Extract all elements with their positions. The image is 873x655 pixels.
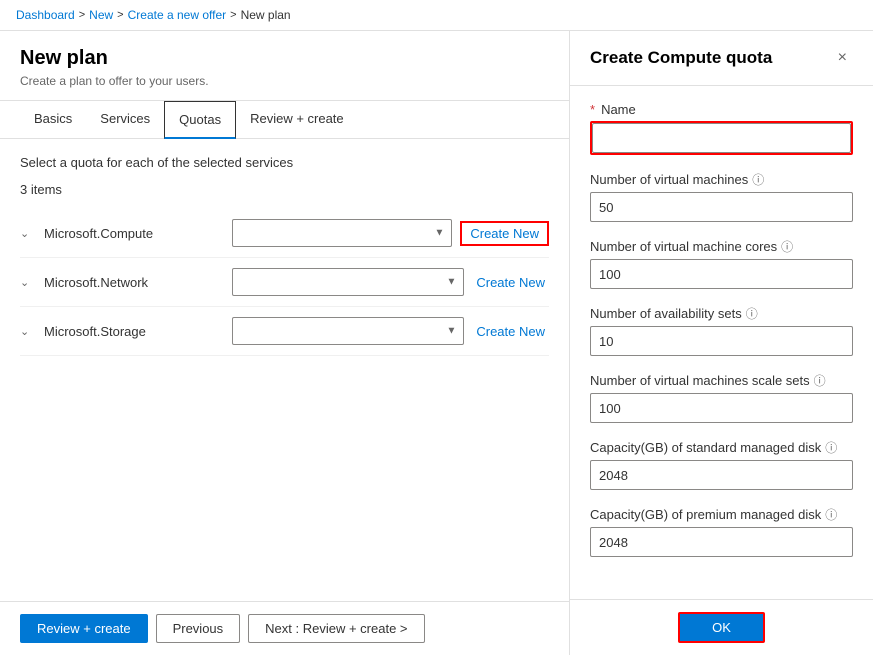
review-create-button[interactable]: Review + create	[20, 614, 148, 643]
field-group-name: * Name	[590, 102, 853, 155]
ok-button[interactable]: OK	[678, 612, 765, 643]
items-count: 3 items	[20, 182, 549, 197]
vm-cores-info-icon[interactable]: ⓘ	[781, 238, 793, 255]
service-name-compute: Microsoft.Compute	[44, 226, 224, 241]
vm-count-input[interactable]	[590, 192, 853, 222]
name-field-wrapper	[590, 121, 853, 155]
panel-content: * Name Number of virtual machines ⓘ Numb…	[570, 86, 873, 599]
compute-create-new-button[interactable]: Create New	[460, 221, 549, 246]
section-instruction: Select a quota for each of the selected …	[20, 155, 549, 170]
storage-quota-select[interactable]	[232, 317, 464, 345]
availability-sets-label: Number of availability sets ⓘ	[590, 305, 853, 322]
standard-disk-info-icon[interactable]: ⓘ	[825, 439, 837, 456]
tab-review-create[interactable]: Review + create	[236, 101, 358, 139]
panel-footer: OK	[570, 599, 873, 655]
premium-disk-input[interactable]	[590, 527, 853, 557]
vm-count-info-icon[interactable]: ⓘ	[752, 171, 764, 188]
vm-cores-label: Number of virtual machine cores ⓘ	[590, 238, 853, 255]
standard-disk-input[interactable]	[590, 460, 853, 490]
field-group-standard-disk: Capacity(GB) of standard managed disk ⓘ	[590, 439, 853, 490]
breadcrumb-sep-3: >	[230, 9, 236, 21]
storage-create-new-button[interactable]: Create New	[472, 324, 549, 339]
page-title: New plan	[20, 47, 549, 70]
field-group-vm-count: Number of virtual machines ⓘ	[590, 171, 853, 222]
network-quota-select[interactable]	[232, 268, 464, 296]
page-header: New plan Create a plan to offer to your …	[0, 31, 569, 101]
premium-disk-label: Capacity(GB) of premium managed disk ⓘ	[590, 506, 853, 523]
close-panel-button[interactable]: ×	[832, 47, 853, 69]
availability-sets-label-text: Number of availability sets	[590, 306, 742, 321]
network-create-new-button[interactable]: Create New	[472, 275, 549, 290]
vm-count-label: Number of virtual machines ⓘ	[590, 171, 853, 188]
vm-scale-sets-label-text: Number of virtual machines scale sets	[590, 373, 810, 388]
tab-basics[interactable]: Basics	[20, 101, 86, 139]
premium-disk-info-icon[interactable]: ⓘ	[825, 506, 837, 523]
service-row-compute: ⌄ Microsoft.Compute ▼ Create New	[20, 209, 549, 258]
service-name-storage: Microsoft.Storage	[44, 324, 224, 339]
name-field-label: * Name	[590, 102, 853, 117]
availability-sets-info-icon[interactable]: ⓘ	[746, 305, 758, 322]
breadcrumb-sep-1: >	[79, 9, 85, 21]
chevron-icon-compute[interactable]: ⌄	[20, 227, 36, 240]
vm-scale-sets-input[interactable]	[590, 393, 853, 423]
availability-sets-input[interactable]	[590, 326, 853, 356]
tab-services[interactable]: Services	[86, 101, 164, 139]
standard-disk-label-text: Capacity(GB) of standard managed disk	[590, 440, 821, 455]
field-group-vm-cores: Number of virtual machine cores ⓘ	[590, 238, 853, 289]
next-button[interactable]: Next : Review + create >	[248, 614, 424, 643]
breadcrumb-dashboard[interactable]: Dashboard	[16, 8, 75, 22]
service-row-network: ⌄ Microsoft.Network ▼ Create New	[20, 258, 549, 307]
tab-bar: Basics Services Quotas Review + create	[0, 101, 569, 139]
breadcrumb-current: New plan	[241, 8, 291, 22]
breadcrumb-create-offer[interactable]: Create a new offer	[128, 8, 227, 22]
premium-disk-label-text: Capacity(GB) of premium managed disk	[590, 507, 821, 522]
panel-title: Create Compute quota	[590, 48, 772, 68]
field-group-premium-disk: Capacity(GB) of premium managed disk ⓘ	[590, 506, 853, 557]
network-dropdown-wrapper: ▼	[232, 268, 464, 296]
field-group-availability-sets: Number of availability sets ⓘ	[590, 305, 853, 356]
tab-quotas[interactable]: Quotas	[164, 101, 236, 139]
breadcrumb: Dashboard > New > Create a new offer > N…	[0, 0, 873, 31]
storage-dropdown-wrapper: ▼	[232, 317, 464, 345]
compute-dropdown-wrapper: ▼	[232, 219, 452, 247]
bottom-bar: Review + create Previous Next : Review +…	[0, 601, 569, 655]
chevron-icon-storage[interactable]: ⌄	[20, 325, 36, 338]
panel-header: Create Compute quota ×	[570, 31, 873, 86]
side-panel: Create Compute quota × * Name Number of …	[570, 31, 873, 655]
name-required-indicator: *	[590, 102, 595, 117]
compute-quota-select[interactable]	[232, 219, 452, 247]
vm-scale-sets-label: Number of virtual machines scale sets ⓘ	[590, 372, 853, 389]
service-name-network: Microsoft.Network	[44, 275, 224, 290]
vm-count-label-text: Number of virtual machines	[590, 172, 748, 187]
field-group-vm-scale-sets: Number of virtual machines scale sets ⓘ	[590, 372, 853, 423]
name-label-text: Name	[601, 102, 636, 117]
previous-button[interactable]: Previous	[156, 614, 241, 643]
vm-scale-sets-info-icon[interactable]: ⓘ	[814, 372, 826, 389]
page-subtitle: Create a plan to offer to your users.	[20, 74, 549, 88]
vm-cores-input[interactable]	[590, 259, 853, 289]
name-input[interactable]	[592, 123, 851, 153]
breadcrumb-new[interactable]: New	[89, 8, 113, 22]
service-row-storage: ⌄ Microsoft.Storage ▼ Create New	[20, 307, 549, 356]
standard-disk-label: Capacity(GB) of standard managed disk ⓘ	[590, 439, 853, 456]
breadcrumb-sep-2: >	[117, 9, 123, 21]
main-content: Select a quota for each of the selected …	[0, 139, 569, 601]
chevron-icon-network[interactable]: ⌄	[20, 276, 36, 289]
vm-cores-label-text: Number of virtual machine cores	[590, 239, 777, 254]
